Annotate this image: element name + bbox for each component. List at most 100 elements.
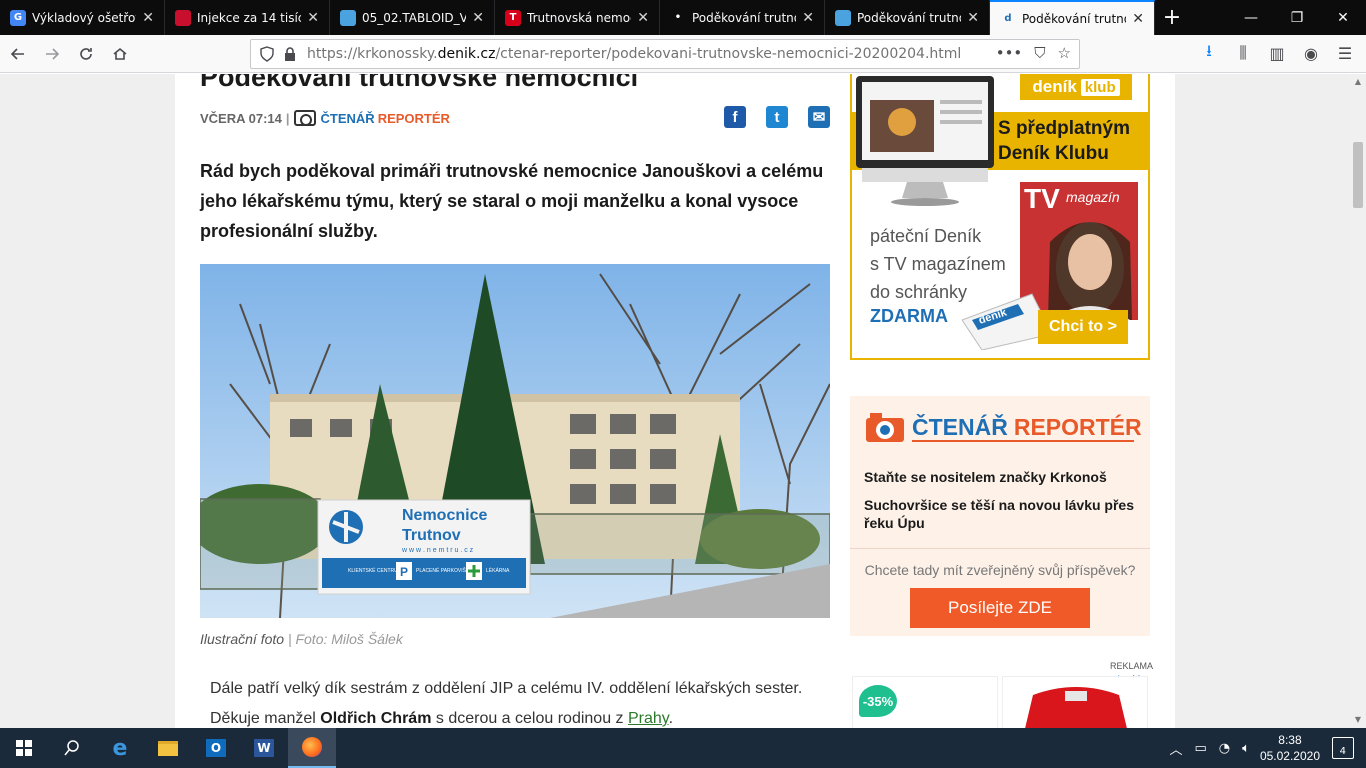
windows-taskbar: e O W ︿ ▭ ◔ 🔈︎ 8:38 05.02.2020 4 <box>0 728 1366 768</box>
hospital-photo-illustration: Nemocnice Trutnov w w w . n e m t r u . … <box>200 264 830 618</box>
sign-title-2: Trutnov <box>402 527 461 544</box>
body-part-2: s dcerou a celou rodinou z <box>431 710 628 727</box>
clock[interactable]: 8:38 05.02.2020 <box>1260 732 1320 764</box>
word-icon: W <box>254 739 274 757</box>
denik-klub-promo[interactable]: deník klub S předplatným Deník Klubu TV m… <box>850 74 1150 360</box>
page-actions-icon[interactable]: ••• <box>996 44 1023 62</box>
tab-close-icon[interactable]: ✕ <box>307 10 319 26</box>
article-photo[interactable]: Nemocnice Trutnov w w w . n e m t r u . … <box>200 264 830 618</box>
article-lead: Rád bych poděkoval primáři trutnovské ne… <box>200 161 824 241</box>
tray-chevron-icon[interactable]: ︿ <box>1169 739 1182 758</box>
tab-title: Poděkování trutnovské <box>692 10 796 25</box>
pocket-icon[interactable]: ⛉ <box>1034 44 1045 62</box>
reader-reporter-box: ČTENÁŘ REPORTÉR Staňte se nositelem znač… <box>850 396 1150 636</box>
url-bar[interactable]: https://krkonossky. denik.cz/ctenar-repor… <box>250 39 1080 69</box>
prague-link[interactable]: Prahy <box>628 710 669 727</box>
taskbar-explorer[interactable] <box>144 728 192 768</box>
klub-text-line-1: páteční Deník <box>870 226 982 246</box>
lock-icon[interactable] <box>283 46 297 62</box>
browser-tab-5[interactable]: • Poděkování trutnovské ✕ <box>660 0 825 35</box>
article-body: Dále patří velký dík sestrám z oddělení … <box>210 674 830 728</box>
taskbar-edge[interactable]: e <box>96 728 144 768</box>
section-link-part2[interactable]: REPORTÉR <box>378 111 450 126</box>
scroll-down-icon[interactable]: ▼ <box>1350 712 1366 728</box>
ad-card-2[interactable] <box>1002 676 1148 728</box>
menu-icon[interactable]: ☰ <box>1332 38 1358 68</box>
account-icon[interactable]: ◉ <box>1298 38 1324 68</box>
url-path: /ctenar-reporter/podekovani-trutnovske-n… <box>495 46 962 62</box>
home-button[interactable] <box>104 38 136 70</box>
reporter-divider <box>850 548 1150 549</box>
reporter-link-1[interactable]: Staňte se nositelem značky Krkonoš <box>864 468 1140 486</box>
taskbar-firefox[interactable] <box>288 728 336 768</box>
ad-discount: -35% <box>859 685 897 717</box>
new-tab-button[interactable]: + <box>1155 0 1189 35</box>
tab-title: Výkladový ošetřovatelský <box>32 10 136 25</box>
forward-button[interactable] <box>36 38 68 70</box>
facebook-share-icon[interactable]: f <box>724 106 746 128</box>
browser-tab-7[interactable]: d Poděkování trutnovské ✕ <box>990 0 1155 35</box>
page-scrollbar[interactable]: ▲ ▼ <box>1350 74 1366 728</box>
email-share-icon[interactable]: ✉ <box>808 106 830 128</box>
battery-icon[interactable]: ▭ <box>1194 741 1206 756</box>
taskbar-outlook[interactable]: O <box>192 728 240 768</box>
klub-cta-button[interactable]: Chci to > <box>1038 310 1128 344</box>
library-icon[interactable]: ⫼ <box>1230 38 1256 68</box>
camera-icon <box>866 413 904 442</box>
bookmark-star-icon[interactable]: ☆ <box>1058 44 1071 62</box>
wifi-icon[interactable]: ◔ <box>1219 741 1230 756</box>
tab-close-icon[interactable]: ✕ <box>1132 11 1144 27</box>
back-button[interactable] <box>2 38 34 70</box>
tracking-protection-icon[interactable] <box>259 46 275 62</box>
sign-label-3: LÉKÁRNA <box>486 567 510 574</box>
search-button[interactable] <box>48 728 96 768</box>
twitter-share-icon[interactable]: t <box>766 106 788 128</box>
monitor-illustration <box>856 76 994 206</box>
firefox-icon <box>302 737 322 757</box>
klub-free: ZDARMA <box>870 306 948 326</box>
reporter-link-2[interactable]: Suchovršice se těší na novou lávku přes … <box>864 496 1140 532</box>
sign-title-1: Nemocnice <box>402 507 487 524</box>
tab-title: 05_02.TABLOID_VC_ <box>362 10 466 25</box>
reporter-submit-button[interactable]: Posílejte ZDE <box>910 588 1090 628</box>
sign-label-1: KLIENTSKÉ CENTRUM <box>348 567 402 574</box>
notification-count: 4 <box>1339 746 1346 757</box>
browser-tab-6[interactable]: Poděkování trutnovské ✕ <box>825 0 990 35</box>
tab-close-icon[interactable]: ✕ <box>142 10 154 26</box>
scroll-thumb[interactable] <box>1353 142 1363 208</box>
denik-klub-logo: deník klub <box>1020 74 1132 100</box>
taskbar-word[interactable]: W <box>240 728 288 768</box>
maximize-icon[interactable]: ❐ <box>1274 0 1320 35</box>
browser-tab-4[interactable]: T Trutnovská nemocnice ✕ <box>495 0 660 35</box>
folder-icon <box>158 740 178 756</box>
browser-tab-1[interactable]: G Výkladový ošetřovatelský ✕ <box>0 0 165 35</box>
volume-icon[interactable]: 🔈︎ <box>1242 741 1250 756</box>
close-window-icon[interactable]: ✕ <box>1320 0 1366 35</box>
section-link-part1[interactable]: ČTENÁŘ <box>321 111 375 126</box>
article-meta: VČERA 07:14 | ČTENÁŘ REPORTÉR <box>200 110 450 126</box>
ad-card-1[interactable]: -35% <box>852 676 998 728</box>
web-page: Poděkování trutnovské nemocnici VČERA 07… <box>0 74 1350 728</box>
scroll-up-icon[interactable]: ▲ <box>1350 74 1366 90</box>
klub-logo-part2: klub <box>1080 78 1120 96</box>
parking-glyph: P <box>400 565 408 579</box>
tab-close-icon[interactable]: ✕ <box>802 10 814 26</box>
reload-button[interactable] <box>70 38 102 70</box>
browser-tab-2[interactable]: Injekce za 14 tisíc měsíčně ✕ <box>165 0 330 35</box>
edge-icon: e <box>112 735 128 761</box>
tab-close-icon[interactable]: ✕ <box>637 10 649 26</box>
downloads-icon[interactable]: ⭳ <box>1196 38 1222 68</box>
start-button[interactable] <box>0 728 48 768</box>
url-prefix: https://krkonossky. <box>307 46 438 62</box>
tab-close-icon[interactable]: ✕ <box>967 10 979 26</box>
minimize-icon[interactable]: — <box>1228 0 1274 35</box>
tab-favicon-icon: T <box>505 9 521 26</box>
sidebar-icon[interactable]: ▥ <box>1264 38 1290 68</box>
notification-center-icon[interactable]: 4 <box>1332 737 1354 759</box>
back-arrow-icon <box>10 47 24 60</box>
browser-tab-3[interactable]: 05_02.TABLOID_VC_ ✕ <box>330 0 495 35</box>
tab-title: Trutnovská nemocnice <box>527 10 631 25</box>
article-time: VČERA 07:14 <box>200 110 282 126</box>
sign-label-2: PLACENÉ PARKOVIŠTĚ <box>416 566 473 574</box>
tab-close-icon[interactable]: ✕ <box>472 10 484 26</box>
